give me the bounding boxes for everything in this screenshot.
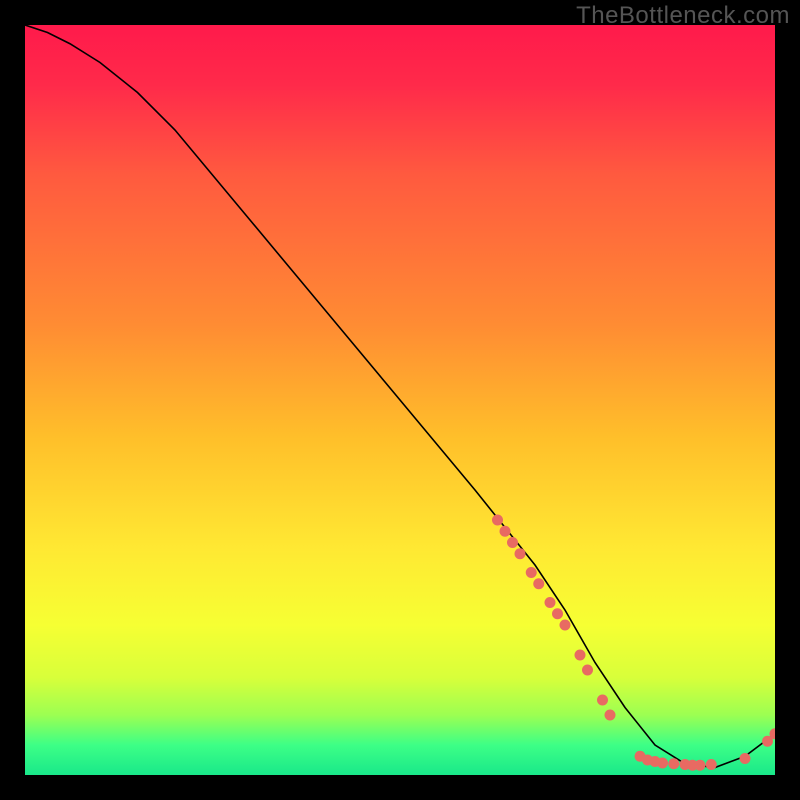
plot-area (25, 25, 775, 775)
data-point (605, 710, 616, 721)
data-point (706, 759, 717, 770)
data-point (507, 537, 518, 548)
data-point (597, 695, 608, 706)
data-point (492, 515, 503, 526)
data-point (740, 753, 751, 764)
data-point (582, 665, 593, 676)
data-point (657, 758, 668, 769)
data-point (526, 567, 537, 578)
data-point (695, 760, 706, 771)
data-point (552, 608, 563, 619)
data-point (533, 578, 544, 589)
data-point (575, 650, 586, 661)
data-point (560, 620, 571, 631)
data-point (500, 526, 511, 537)
chart-frame: TheBottleneck.com (0, 0, 800, 800)
data-point (545, 597, 556, 608)
data-point (515, 548, 526, 559)
data-point (668, 758, 679, 769)
gradient-plot (25, 25, 775, 775)
